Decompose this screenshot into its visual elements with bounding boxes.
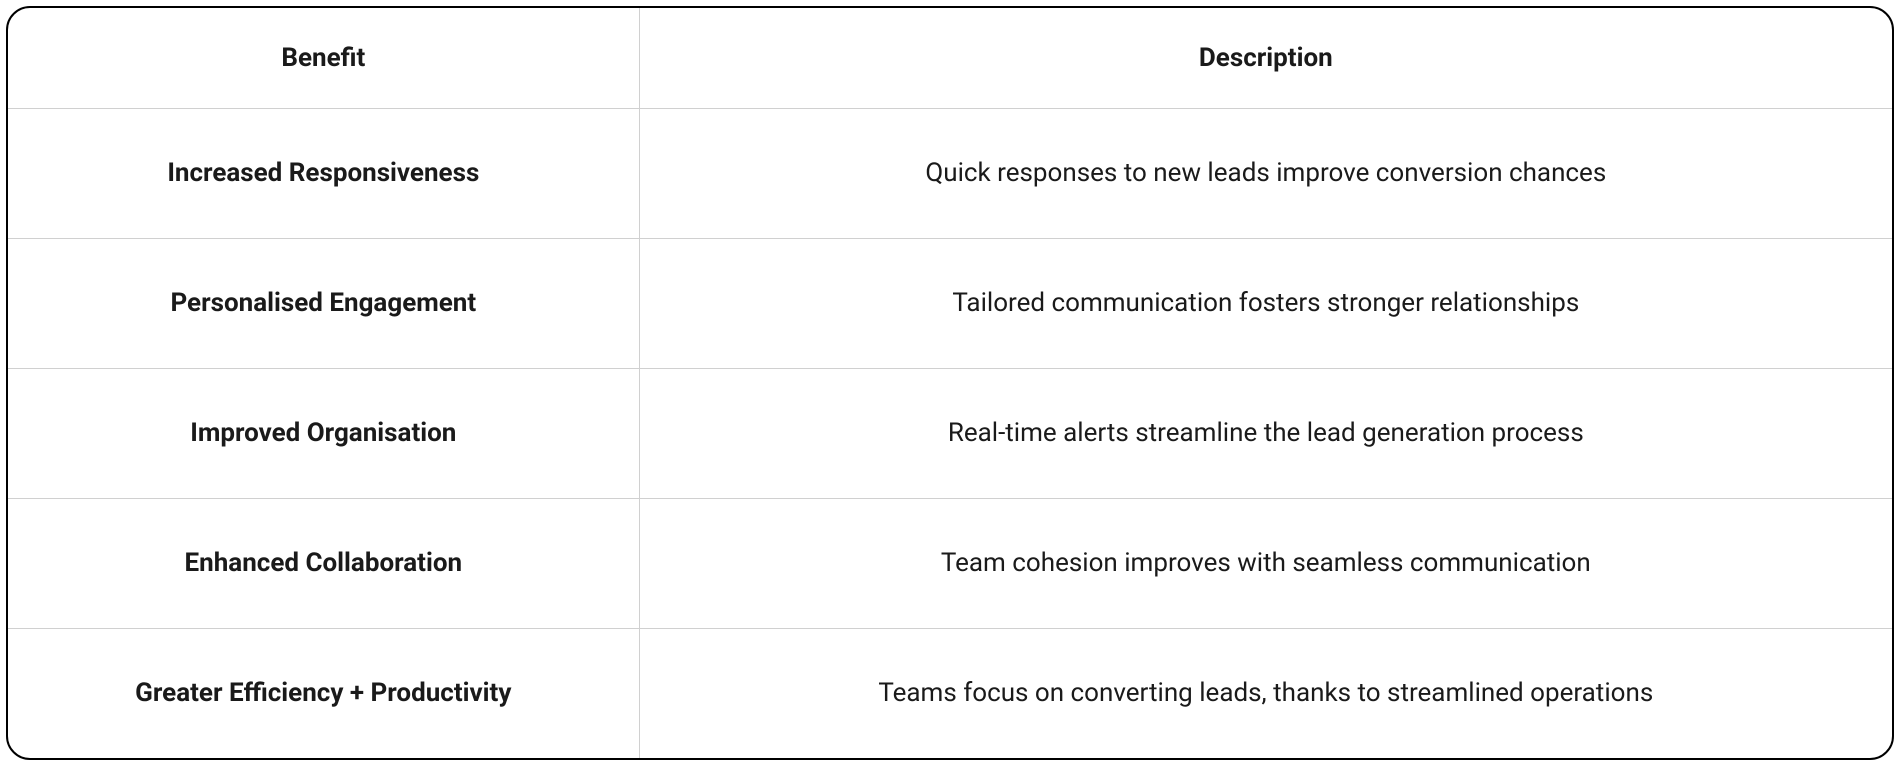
benefit-cell: Enhanced Collaboration xyxy=(8,498,639,628)
table-row: Improved Organisation Real-time alerts s… xyxy=(8,368,1892,498)
benefit-cell: Personalised Engagement xyxy=(8,238,639,368)
description-cell: Quick responses to new leads improve con… xyxy=(639,108,1892,238)
description-cell: Tailored communication fosters stronger … xyxy=(639,238,1892,368)
table-row: Personalised Engagement Tailored communi… xyxy=(8,238,1892,368)
benefits-table-wrapper: Benefit Description Increased Responsive… xyxy=(6,6,1894,760)
benefit-cell: Increased Responsiveness xyxy=(8,108,639,238)
benefit-cell: Greater Efficiency + Productivity xyxy=(8,628,639,758)
benefits-table: Benefit Description Increased Responsive… xyxy=(8,8,1892,758)
table-row: Increased Responsiveness Quick responses… xyxy=(8,108,1892,238)
header-description: Description xyxy=(639,8,1892,108)
table-row: Enhanced Collaboration Team cohesion imp… xyxy=(8,498,1892,628)
table-header-row: Benefit Description xyxy=(8,8,1892,108)
description-cell: Real-time alerts streamline the lead gen… xyxy=(639,368,1892,498)
description-cell: Team cohesion improves with seamless com… xyxy=(639,498,1892,628)
description-cell: Teams focus on converting leads, thanks … xyxy=(639,628,1892,758)
header-benefit: Benefit xyxy=(8,8,639,108)
table-row: Greater Efficiency + Productivity Teams … xyxy=(8,628,1892,758)
benefit-cell: Improved Organisation xyxy=(8,368,639,498)
